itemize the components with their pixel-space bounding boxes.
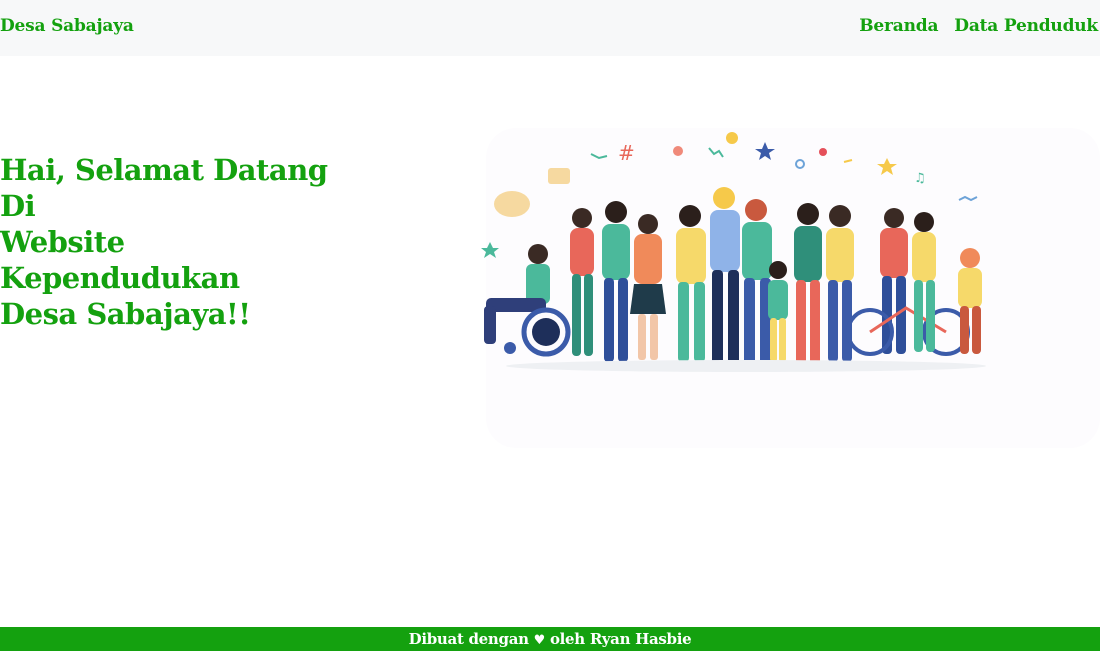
svg-text:#: # [618,141,635,165]
hero-title-line-3: Desa Sabajaya!! [0,297,251,331]
hero-title: Hai, Selamat Datang Di Website Kependudu… [0,152,360,332]
hero-title-line-2: Website Kependudukan [0,225,240,295]
hero-title-line-1: Hai, Selamat Datang Di [0,153,328,223]
footer: Dibuat dengan ♥ oleh Ryan Hasbie [0,627,1100,651]
crowd-illustration: # ♫ [481,128,1100,448]
footer-text-before: Dibuat dengan [408,630,534,648]
heart-icon: ♥ [533,633,546,648]
navbar: Desa Sabajaya Beranda Data Penduduk [0,0,1100,56]
nav-link-beranda[interactable]: Beranda [859,16,938,36]
footer-text-after: oleh Ryan Hasbie [545,630,692,648]
brand-link[interactable]: Desa Sabajaya [0,16,134,36]
nav-links: Beranda Data Penduduk [859,16,1098,36]
nav-link-data-penduduk[interactable]: Data Penduduk [954,16,1098,36]
svg-text:♫: ♫ [914,171,926,186]
